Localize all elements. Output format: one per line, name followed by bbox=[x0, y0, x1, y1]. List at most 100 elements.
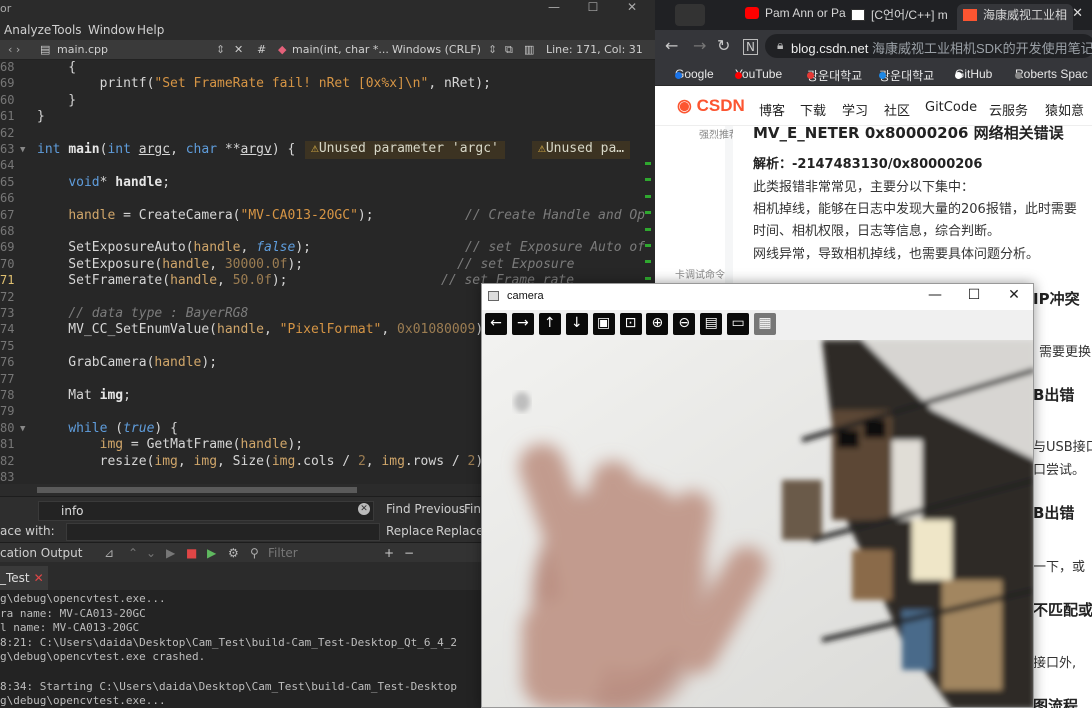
code-line[interactable]: SetFramerate(handle, 50.0f); bbox=[37, 273, 287, 288]
browser-tab-2[interactable]: [C언어/C++] m bbox=[851, 6, 948, 23]
browser-tab-3[interactable]: 海康威视工业相 bbox=[957, 4, 1074, 30]
scrollbar-thumb[interactable] bbox=[37, 487, 357, 493]
menu-tools[interactable]: Tools bbox=[52, 23, 82, 37]
csdn-logo[interactable]: ◉ CSDN bbox=[677, 96, 745, 116]
output-tab[interactable]: _Test ✕ bbox=[0, 566, 48, 590]
arrow-down-icon[interactable]: ↓ bbox=[565, 313, 588, 335]
bookmark-favicon-icon bbox=[879, 72, 886, 79]
stop-icon[interactable]: ■ bbox=[186, 546, 197, 560]
down-icon[interactable]: ⌄ bbox=[146, 546, 156, 560]
fold-icon[interactable]: ▼ bbox=[20, 424, 25, 434]
code-line[interactable]: MV_CC_SetEnumValue(handle, "PixelFormat"… bbox=[37, 322, 483, 337]
code-line[interactable]: } bbox=[37, 93, 76, 108]
clipboard-icon[interactable]: ▭ bbox=[727, 313, 750, 335]
camera-image[interactable] bbox=[482, 340, 1033, 707]
code-line[interactable]: SetExposureAuto(handle, false); bbox=[37, 240, 311, 255]
change-marker bbox=[645, 276, 651, 280]
run-icon[interactable]: ▶ bbox=[166, 546, 175, 560]
bookmark-item[interactable]: GitHub bbox=[955, 67, 992, 81]
save-icon[interactable]: ▤ bbox=[700, 313, 723, 335]
extension-icon[interactable]: N bbox=[743, 39, 758, 55]
csdn-nav-item[interactable]: 下载 bbox=[800, 100, 826, 119]
line-ending-selector[interactable]: Windows (CRLF) bbox=[392, 43, 481, 56]
code-line[interactable]: SetExposure(handle, 30000.0f); bbox=[37, 257, 303, 272]
csdn-nav-item[interactable]: 云服务 bbox=[989, 100, 1028, 119]
add-icon[interactable]: + bbox=[384, 546, 394, 560]
tab-avatar-icon[interactable] bbox=[675, 4, 705, 26]
code-line[interactable]: GrabCamera(handle); bbox=[37, 355, 217, 370]
close-tab-icon[interactable]: ✕ bbox=[1072, 6, 1083, 21]
bookmark-item[interactable]: 광운대학교 bbox=[879, 67, 934, 84]
find-previous-button[interactable]: Find Previous bbox=[386, 502, 465, 516]
attach-debugger-icon[interactable]: ▶ bbox=[207, 546, 216, 560]
close-tab-icon[interactable]: ✕ bbox=[34, 571, 44, 585]
code-line[interactable]: while (true) { bbox=[37, 421, 178, 436]
nav-arrows-icon[interactable]: ‹ › bbox=[8, 43, 20, 56]
bookmark-item[interactable]: 광운대학교 bbox=[807, 67, 862, 84]
gear-icon[interactable]: ⚙ bbox=[228, 546, 239, 560]
code-line[interactable]: handle = CreateCamera("MV-CA013-20GC"); bbox=[37, 208, 373, 223]
sidebar-item[interactable]: 强烈推荐 bbox=[699, 126, 739, 141]
lock-icon[interactable]: 🔒︎ bbox=[777, 38, 783, 53]
article-paragraph: 此类报错非常常见，主要分以下集中： bbox=[753, 180, 975, 195]
close-icon[interactable]: ✕ bbox=[612, 0, 652, 20]
filter-input[interactable]: Filter bbox=[268, 546, 298, 560]
close-file-icon[interactable]: ✕ bbox=[234, 43, 243, 56]
image-icon[interactable]: ▣ bbox=[592, 313, 615, 335]
clear-search-icon[interactable]: ✕ bbox=[358, 503, 370, 515]
csdn-nav-item[interactable]: 博客 bbox=[759, 100, 785, 119]
fold-icon[interactable]: ▼ bbox=[20, 145, 25, 155]
split-icon[interactable]: ⧉ bbox=[505, 43, 513, 57]
code-line[interactable]: img = GetMatFrame(handle); bbox=[37, 437, 304, 452]
code-line[interactable]: resize(img, img, Size(img.cols / 2, img.… bbox=[37, 454, 491, 469]
output-tool-icon[interactable]: ⊿ bbox=[104, 546, 114, 560]
csdn-nav-item[interactable]: 社区 bbox=[884, 100, 910, 119]
remove-icon[interactable]: − bbox=[404, 546, 414, 560]
minimize-icon[interactable]: — bbox=[534, 0, 574, 20]
code-line[interactable]: int main(int argc, char **argv) { bbox=[37, 142, 295, 157]
csdn-nav-item[interactable]: 学习 bbox=[842, 100, 868, 119]
minimize-icon[interactable]: — bbox=[915, 287, 955, 303]
article-heading: MV_E_NETER 0x80000206 网络相关错误 bbox=[753, 124, 1064, 142]
close-icon[interactable]: ✕ bbox=[994, 287, 1033, 303]
arrow-up-icon[interactable]: ↑ bbox=[538, 313, 561, 335]
bookmark-item[interactable]: YouTube bbox=[735, 67, 782, 81]
browser-tab-1[interactable]: Pam Ann or Pa bbox=[745, 6, 846, 20]
warning-annotation[interactable]: ⚠Unused pa… bbox=[532, 141, 631, 159]
symbol-selector[interactable]: main(int, char *... bbox=[292, 43, 389, 56]
replace-input[interactable] bbox=[66, 523, 380, 541]
code-line[interactable]: printf("Set FrameRate fail! nRet [0x%x]\… bbox=[37, 76, 491, 91]
bookmark-item[interactable]: Roberts Spac bbox=[1015, 67, 1088, 81]
zoom-out-icon[interactable]: ⊖ bbox=[673, 313, 696, 335]
reload-icon[interactable]: ↻ bbox=[717, 36, 730, 55]
zoom-in-icon[interactable]: ⊕ bbox=[646, 313, 669, 335]
arrow-right-icon[interactable]: → bbox=[511, 313, 534, 335]
code-line[interactable]: void* handle; bbox=[37, 175, 170, 190]
menu-window[interactable]: Window bbox=[88, 23, 135, 37]
replace-button[interactable]: Replace bbox=[386, 524, 433, 538]
properties-icon[interactable]: ▦ bbox=[754, 313, 776, 335]
up-icon[interactable]: ⌃ bbox=[128, 546, 138, 560]
back-icon[interactable]: ← bbox=[665, 36, 678, 55]
code-line[interactable]: } bbox=[37, 109, 45, 124]
forward-icon[interactable]: → bbox=[693, 36, 706, 55]
menu-analyze[interactable]: Analyze bbox=[4, 23, 51, 37]
line-number: 61 bbox=[0, 109, 15, 124]
csdn-nav-item[interactable]: 猿如意 bbox=[1045, 100, 1084, 119]
code-line[interactable]: Mat img; bbox=[37, 388, 131, 403]
code-line[interactable]: // data type : BayerRG8 bbox=[37, 306, 248, 321]
url-field[interactable]: 🔒︎ blog.csdn.net 海康威视工业相机SDK的开发使用笔记_海 bbox=[765, 34, 1092, 58]
maximize-icon[interactable]: ☐ bbox=[954, 287, 994, 303]
code-line[interactable]: { bbox=[37, 60, 76, 75]
warning-annotation[interactable]: ⚠Unused parameter 'argc' bbox=[305, 141, 505, 159]
maximize-icon[interactable]: ☐ bbox=[573, 0, 613, 20]
menu-help[interactable]: Help bbox=[137, 23, 164, 37]
arrow-left-icon[interactable]: ← bbox=[485, 313, 507, 335]
bookmark-item[interactable]: Google bbox=[675, 67, 714, 81]
find-input[interactable]: info bbox=[38, 501, 374, 521]
split-view-icon[interactable]: ▥ bbox=[524, 43, 534, 56]
file-selector[interactable]: main.cpp bbox=[57, 43, 108, 56]
csdn-nav-item[interactable]: GitCode bbox=[925, 100, 977, 115]
image-settings-icon[interactable]: ⊡ bbox=[619, 313, 642, 335]
sidebar-item[interactable]: 卡调试命令 bbox=[675, 266, 725, 281]
